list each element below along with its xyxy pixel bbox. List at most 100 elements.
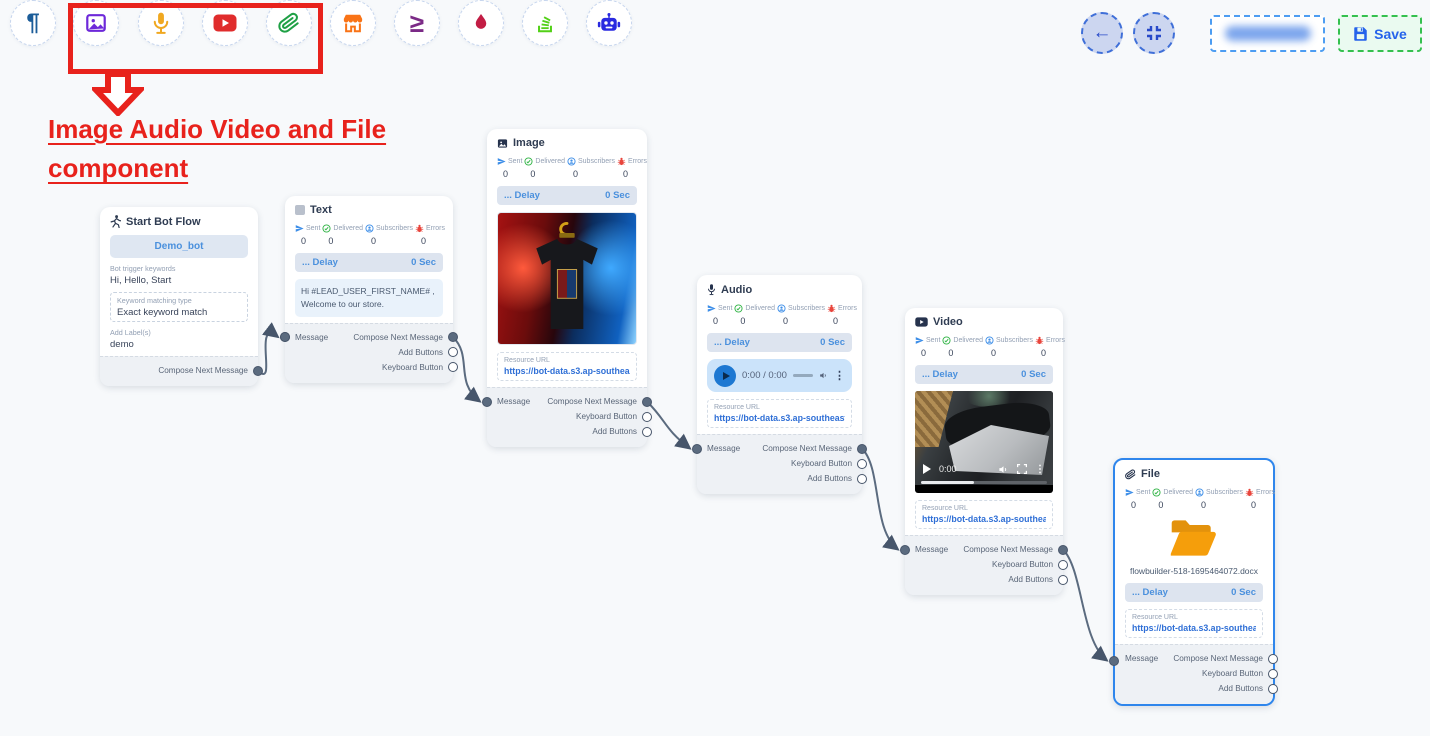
output-port[interactable] <box>1058 545 1068 555</box>
play-button[interactable] <box>714 365 736 387</box>
resource-url-box[interactable]: Resource URL https://bot-data.s3.ap-sout… <box>1125 609 1263 638</box>
node-start-bot-flow[interactable]: Start Bot Flow Demo_bot Bot trigger keyw… <box>100 207 258 386</box>
message-port[interactable] <box>900 545 910 555</box>
file-preview[interactable]: flowbuilder-518-1695464072.docx <box>1125 516 1263 576</box>
resource-url-label: Resource URL <box>1132 614 1256 621</box>
resource-url-link[interactable]: https://bot-data.s3.ap-southeast-1.wasab… <box>504 366 630 376</box>
output-port[interactable] <box>448 332 458 342</box>
video-player[interactable]: 0:00 ⋮ <box>915 391 1053 493</box>
sequence-component-button[interactable] <box>522 0 568 46</box>
resource-url-label: Resource URL <box>504 357 630 364</box>
port-row: Add Buttons <box>1125 681 1263 696</box>
message-label: Message <box>707 441 740 456</box>
store-icon <box>342 12 364 34</box>
drip-component-button[interactable] <box>458 0 504 46</box>
video-progress[interactable] <box>921 481 1047 485</box>
delay-bar[interactable]: ... Delay 0 Sec <box>497 186 637 205</box>
volume-icon[interactable] <box>819 370 828 381</box>
image-preview[interactable] <box>497 212 637 345</box>
ecommerce-component-button[interactable] <box>330 0 376 46</box>
sent-icon <box>295 224 304 233</box>
message-label: Message <box>295 330 328 345</box>
resource-url-label: Resource URL <box>714 404 845 411</box>
audio-menu-icon[interactable]: ⋮ <box>834 369 845 382</box>
delay-bar[interactable]: ... Delay 0 Sec <box>295 253 443 272</box>
audio-player[interactable]: 0:00 / 0:00 ⋮ <box>707 359 852 392</box>
node-file[interactable]: File Sent0 Delivered0 Subscribers0 Error… <box>1113 458 1275 706</box>
node-video[interactable]: Video Sent0 Delivered0 Subscribers0 Erro… <box>905 308 1063 595</box>
bot-name-field[interactable]: Demo_bot <box>110 235 248 258</box>
video-menu-icon[interactable]: ⋮ <box>1035 464 1045 475</box>
delay-bar[interactable]: ... Delay 0 Sec <box>1125 583 1263 602</box>
keyboard-button-label: Keyboard Button <box>1202 669 1263 678</box>
back-button[interactable]: ← <box>1081 12 1123 54</box>
node-audio[interactable]: Audio Sent0 Delivered0 Subscribers0 Erro… <box>697 275 862 494</box>
add-buttons-port[interactable] <box>1058 575 1068 585</box>
matching-type-value: Exact keyword match <box>117 307 241 318</box>
delay-value: 0 Sec <box>1021 369 1046 380</box>
message-port[interactable] <box>280 332 290 342</box>
message-port[interactable] <box>692 444 702 454</box>
video-controls[interactable]: 0:00 ⋮ <box>915 461 1053 477</box>
keyboard-button-port[interactable] <box>1058 560 1068 570</box>
keyboard-button-port[interactable] <box>642 412 652 422</box>
message-port[interactable] <box>1109 656 1119 666</box>
keyboard-button-port[interactable] <box>448 362 458 372</box>
bot-component-button[interactable] <box>586 0 632 46</box>
output-port[interactable] <box>642 397 652 407</box>
redacted-action-button[interactable] <box>1210 15 1325 52</box>
delay-bar[interactable]: ... Delay 0 Sec <box>915 365 1053 384</box>
message-port[interactable] <box>482 397 492 407</box>
add-labels-value[interactable]: demo <box>110 339 248 350</box>
audio-progress[interactable] <box>793 374 813 377</box>
add-buttons-port[interactable] <box>448 347 458 357</box>
save-label: Save <box>1374 26 1407 42</box>
play-icon <box>723 372 730 380</box>
resource-url-link[interactable]: https://bot-data.s3.ap-southeast-1.wasab… <box>714 413 845 423</box>
errors-icon <box>617 157 626 166</box>
add-buttons-port[interactable] <box>642 427 652 437</box>
node-title: Video <box>933 316 963 328</box>
fullscreen-icon[interactable] <box>1017 464 1027 474</box>
port-row: Add Buttons <box>707 471 852 486</box>
text-block-icon <box>295 205 305 215</box>
keyword-matching-box[interactable]: Keyword matching type Exact keyword matc… <box>110 292 248 322</box>
video-time: 0:00 <box>939 464 990 474</box>
compose-next-message-label: Compose Next Message <box>353 333 443 342</box>
node-text[interactable]: Text Sent0 Delivered0 Subscribers0 Error… <box>285 196 453 383</box>
play-icon[interactable] <box>923 464 931 474</box>
node-image[interactable]: Image Sent0 Delivered0 Subscribers0 Erro… <box>487 129 647 447</box>
sent-icon <box>915 336 924 345</box>
output-port[interactable] <box>253 366 263 376</box>
save-button[interactable]: Save <box>1338 15 1422 52</box>
keyboard-button-label: Keyboard Button <box>992 560 1053 569</box>
delivered-icon <box>524 157 533 166</box>
node-text-header: Text <box>295 204 443 216</box>
resource-url-box[interactable]: Resource URL https://bot-data.s3.ap-sout… <box>497 352 637 381</box>
trigger-keywords-value[interactable]: Hi, Hello, Start <box>110 275 248 286</box>
resource-url-link[interactable]: https://bot-data.s3.ap-southeast-1.wasab… <box>922 514 1046 524</box>
delay-label: ... Delay <box>504 190 540 201</box>
resource-url-link[interactable]: https://bot-data.s3.ap-southeast-1.wasab… <box>1132 623 1256 633</box>
resource-url-box[interactable]: Resource URL https://bot-data.s3.ap-sout… <box>707 399 852 428</box>
text-component-button[interactable]: ¶ <box>10 0 56 46</box>
output-port[interactable] <box>1268 654 1278 664</box>
fit-view-button[interactable] <box>1133 12 1175 54</box>
keyboard-button-port[interactable] <box>1268 669 1278 679</box>
keyboard-button-port[interactable] <box>857 459 867 469</box>
node-file-header: File <box>1125 468 1263 480</box>
resource-url-box[interactable]: Resource URL https://bot-data.s3.ap-sout… <box>915 500 1053 529</box>
add-buttons-port[interactable] <box>857 474 867 484</box>
volume-icon[interactable] <box>998 464 1009 475</box>
node-title: Image <box>513 137 545 149</box>
add-buttons-label: Add Buttons <box>1218 684 1263 693</box>
output-port[interactable] <box>857 444 867 454</box>
condition-component-button[interactable]: ≥ <box>394 0 440 46</box>
message-text-box[interactable]: Hi #LEAD_USER_FIRST_NAME# , Welcome to o… <box>295 279 443 317</box>
delay-bar[interactable]: ... Delay 0 Sec <box>707 333 852 352</box>
add-buttons-label: Add Buttons <box>592 427 637 436</box>
add-buttons-label: Add Buttons <box>807 474 852 483</box>
tshirt-graphic <box>519 221 615 341</box>
paragraph-icon: ¶ <box>26 9 39 37</box>
add-buttons-port[interactable] <box>1268 684 1278 694</box>
